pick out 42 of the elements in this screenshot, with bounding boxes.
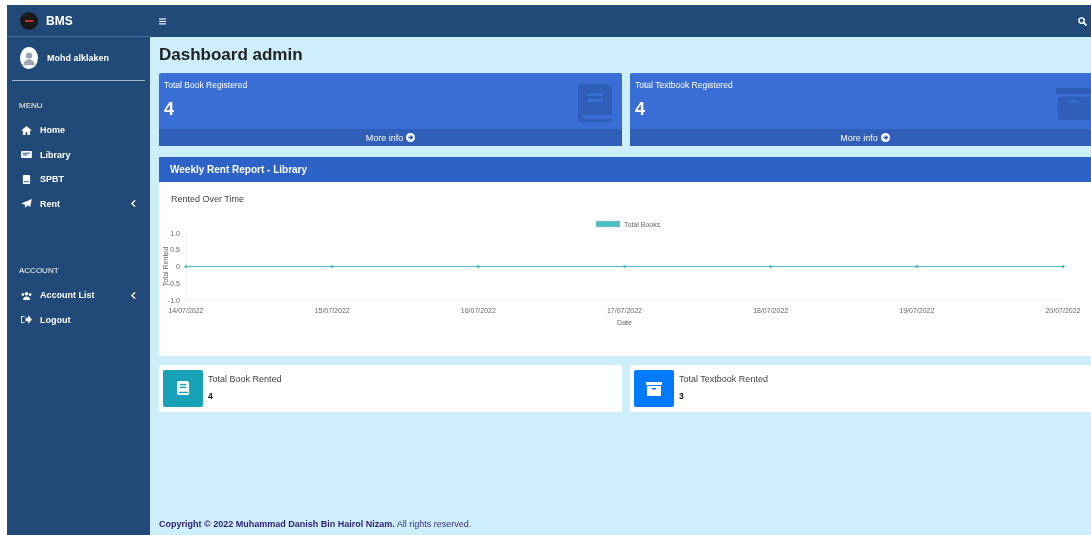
home-icon (21, 125, 32, 135)
data-point (184, 264, 188, 269)
arrow-right-circle-icon (880, 133, 890, 142)
brand-name[interactable]: BMS (46, 13, 73, 28)
logo-icon (20, 11, 38, 30)
stat-value: 4 (164, 99, 175, 120)
user-name[interactable]: Mohd alklaken (47, 53, 109, 63)
page-title: Dashboard admin (159, 45, 304, 65)
logout-icon (21, 315, 32, 325)
archive-icon (646, 381, 662, 396)
menu-icon[interactable] (159, 17, 166, 25)
book-icon (21, 174, 32, 184)
paper-plane-icon (21, 199, 32, 209)
stat-label: Total Textbook Registered (635, 80, 733, 90)
report-header: Weekly Rent Report - Library (159, 157, 1091, 182)
users-icon (21, 290, 32, 300)
sidebar-heading: MENU (18, 101, 44, 112)
data-point (1061, 264, 1065, 269)
more-info-link[interactable]: More info (630, 129, 1091, 146)
chart-title: Rented Over Time (170, 194, 246, 204)
more-info-link[interactable]: More info (159, 129, 622, 146)
search-icon[interactable] (1078, 16, 1087, 26)
sidebar-item[interactable]: Rent (7, 191, 150, 216)
sidebar-item[interactable]: SPBT (7, 167, 150, 192)
sidebar-item[interactable]: Logout (7, 307, 150, 332)
info-label: Total Textbook Rented (679, 374, 768, 384)
info-label: Total Book Rented (208, 374, 282, 384)
book-icon (578, 84, 614, 124)
book-icon (176, 381, 190, 396)
sidebar-item[interactable]: Library (7, 142, 150, 167)
avatar (20, 47, 38, 69)
copyright-text: Copyright © 2022 Muhammad Danish Bin Hairol Nizam. All rights reserved. (159, 519, 473, 531)
data-point (622, 264, 627, 269)
sidebar-heading: ACCOUNT (18, 266, 60, 277)
sidebar-item[interactable]: Home (7, 118, 150, 143)
info-value: 3 (679, 391, 685, 401)
card-icon (21, 150, 32, 160)
stat-label: Total Book Registered (164, 80, 248, 90)
info-value: 4 (208, 391, 214, 401)
stat-value: 4 (635, 99, 646, 120)
arrow-right-circle-icon (406, 133, 416, 142)
sidebar-item[interactable]: Account List (7, 283, 150, 308)
